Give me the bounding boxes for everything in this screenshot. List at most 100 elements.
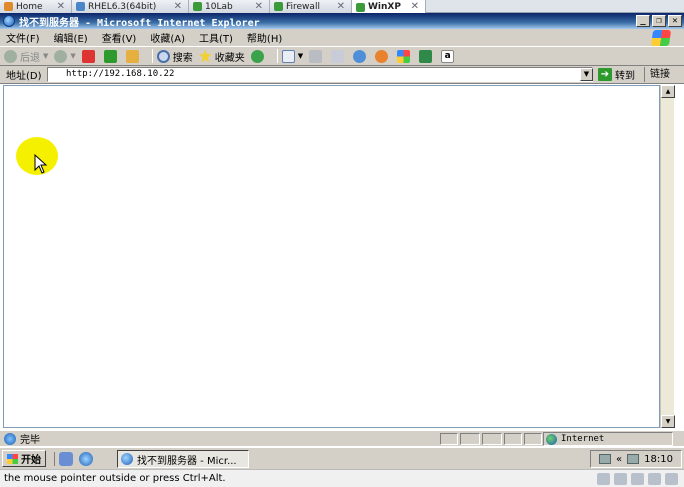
desktop-icon[interactable] [59, 451, 73, 466]
forward-button[interactable]: ▼ [54, 49, 76, 63]
network-adapter-icon[interactable] [631, 473, 644, 485]
vm-icon [193, 2, 202, 11]
chevron-down-icon[interactable]: ▼ [43, 52, 48, 60]
refresh-icon [103, 49, 117, 63]
taskbar: 开始 找不到服务器 - Micr... « 18:10 [0, 447, 684, 469]
refresh-button[interactable] [103, 49, 120, 63]
vm-tab-label: RHEL6.3(64bit) [88, 1, 157, 12]
message-icon[interactable] [665, 473, 678, 485]
media-icon [419, 49, 433, 63]
scroll-up-button[interactable]: ▲ [661, 85, 675, 98]
home-icon [4, 2, 13, 11]
favorites-label: 收藏夹 [214, 52, 245, 64]
edit-icon [331, 49, 345, 63]
window-title: 找不到服务器 - Microsoft Internet Explorer [19, 17, 260, 29]
mail-button[interactable]: ▼ [281, 49, 303, 63]
edit-button[interactable] [331, 49, 347, 63]
hard-disk-icon[interactable] [597, 473, 610, 485]
chevron-down-icon[interactable]: ▼ [70, 52, 75, 60]
windows-logo-icon [650, 30, 672, 46]
menu-help[interactable]: 帮助(H) [247, 30, 282, 45]
vm-tab-10lab[interactable]: 10Lab ✕ [189, 0, 270, 13]
go-button[interactable]: ➔ 转到 [598, 67, 635, 82]
vm-tab-firewall[interactable]: Firewall ✕ [270, 0, 352, 13]
minimize-button[interactable]: _ [636, 15, 650, 27]
messenger-button[interactable] [375, 49, 391, 63]
monitor-icon[interactable] [627, 454, 640, 464]
vm-tab-winxp[interactable]: WinXP ✕ [352, 0, 426, 14]
back-button[interactable]: 后退 ▼ [4, 49, 48, 64]
restore-button[interactable]: ❐ [652, 15, 666, 27]
scroll-down-button[interactable]: ▼ [661, 415, 675, 428]
address-label: 地址(D) [6, 71, 42, 82]
system-tray: « 18:10 [590, 450, 682, 468]
msn-button[interactable] [397, 49, 413, 63]
network-icon[interactable] [599, 454, 612, 464]
go-label: 转到 [615, 71, 635, 82]
forward-arrow-icon [54, 49, 68, 63]
amazon-icon: a [441, 49, 455, 63]
links-button[interactable]: 链接 [644, 67, 670, 82]
page-status-icon [4, 432, 16, 445]
messenger-icon [375, 49, 389, 63]
mail-icon [281, 49, 295, 63]
vm-tab-home[interactable]: Home ✕ [0, 0, 72, 13]
vm-tab-rhel[interactable]: RHEL6.3(64bit) ✕ [72, 0, 189, 13]
address-bar: 地址(D) http://192.168.10.22 ▼ ➔ 转到 链接 [0, 66, 684, 84]
home-button[interactable] [125, 49, 142, 63]
home-icon [125, 49, 139, 63]
taskbar-window-button[interactable]: 找不到服务器 - Micr... [117, 450, 249, 468]
start-button[interactable]: 开始 [2, 450, 46, 467]
vm-icon [356, 2, 365, 12]
clock: 18:10 [644, 453, 673, 465]
internet-explorer-icon[interactable] [79, 451, 93, 466]
task-label: 找不到服务器 - Micr... [137, 455, 237, 467]
menu-edit[interactable]: 编辑(E) [54, 30, 88, 45]
menu-view[interactable]: 查看(V) [102, 30, 137, 45]
tray-expand-icon[interactable]: « [616, 454, 622, 465]
stop-button[interactable] [81, 49, 98, 63]
page-content[interactable] [3, 85, 660, 428]
media-button[interactable] [419, 49, 435, 63]
star-icon [198, 49, 212, 63]
vm-device-icons [597, 473, 678, 485]
menu-file[interactable]: 文件(F) [6, 30, 40, 45]
toolbar-separator [276, 49, 278, 63]
close-tab-icon[interactable]: ✕ [57, 0, 65, 13]
standard-toolbar: 后退 ▼ ▼ 搜索 收藏夹 ▼ a [0, 47, 684, 66]
sound-icon[interactable] [648, 473, 661, 485]
amazon-button[interactable]: a [441, 49, 455, 63]
favorites-button[interactable]: 收藏夹 [198, 49, 245, 64]
menu-tools[interactable]: 工具(T) [199, 30, 233, 45]
stop-icon [81, 49, 95, 63]
close-tab-icon[interactable]: ✕ [174, 0, 182, 13]
close-button[interactable]: ✕ [668, 15, 682, 27]
search-button[interactable]: 搜索 [156, 49, 193, 64]
menu-favorites[interactable]: 收藏(A) [150, 30, 185, 45]
vertical-scrollbar[interactable]: ▲ ▼ [660, 85, 675, 428]
globe-icon [546, 433, 557, 445]
status-cell [524, 433, 542, 445]
window-controls: _ ❐ ✕ [636, 15, 682, 27]
history-icon [250, 49, 264, 63]
go-arrow-icon: ➔ [598, 68, 612, 81]
chevron-down-icon[interactable]: ▼ [298, 52, 303, 60]
vm-tab-label: Firewall [286, 1, 320, 12]
vm-tab-strip: Home ✕ RHEL6.3(64bit) ✕ 10Lab ✕ Firewall… [0, 0, 684, 14]
close-tab-icon[interactable]: ✕ [337, 0, 345, 13]
search-icon [156, 49, 170, 63]
cd-drive-icon[interactable] [614, 473, 627, 485]
close-tab-icon[interactable]: ✕ [411, 0, 419, 13]
history-button[interactable] [250, 49, 267, 63]
search-label: 搜索 [172, 52, 193, 64]
close-tab-icon[interactable]: ✕ [255, 0, 263, 13]
internet-explorer-icon [3, 15, 15, 27]
print-button[interactable] [309, 49, 325, 63]
vm-icon [76, 2, 85, 11]
vm-tab-label: WinXP [368, 2, 401, 12]
discuss-button[interactable] [353, 49, 369, 63]
back-arrow-icon [4, 49, 17, 63]
address-input[interactable]: http://192.168.10.22 [47, 67, 593, 82]
toolbar-separator [151, 49, 153, 63]
address-dropdown-button[interactable]: ▼ [580, 68, 593, 81]
